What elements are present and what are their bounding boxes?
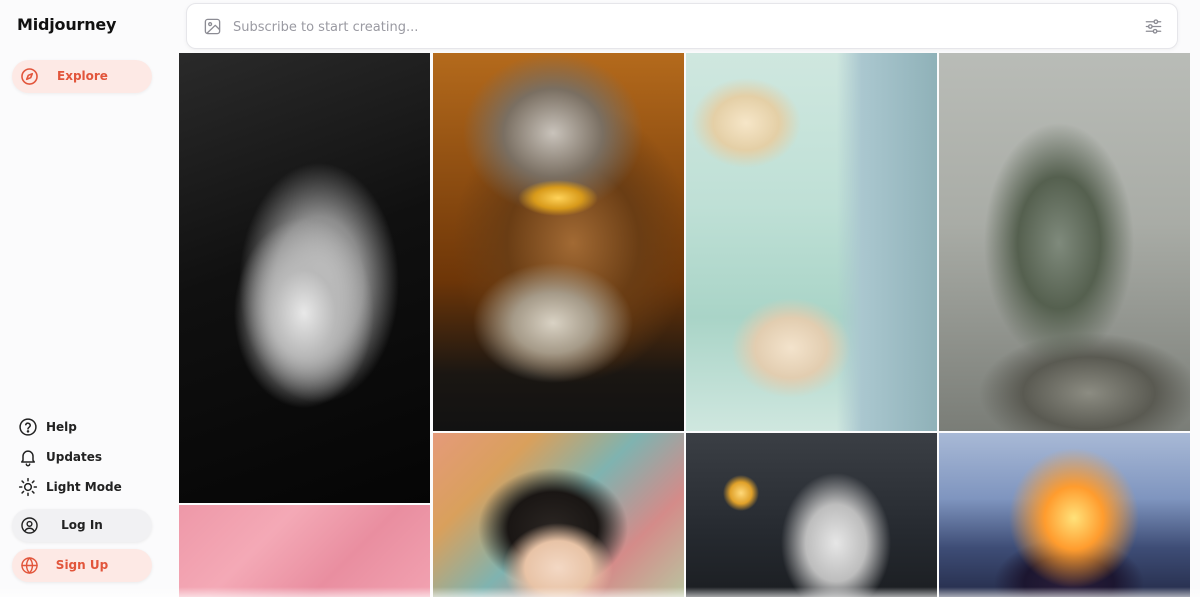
login-button-label: Log In [61,518,103,532]
compass-icon [21,68,38,85]
search-input[interactable] [233,16,1113,38]
nav-help[interactable]: Help [18,416,77,438]
nav-explore[interactable]: Explore [12,60,152,93]
bell-icon [18,447,38,467]
search-bar [186,3,1178,49]
toggle-light-mode[interactable]: Light Mode [18,476,122,498]
brand-logo[interactable]: Midjourney [17,15,116,34]
image-gallery [179,53,1191,597]
nav-updates[interactable]: Updates [18,446,102,468]
image-icon[interactable] [203,17,222,36]
gallery-image-fire-head[interactable] [939,433,1190,597]
question-circle-icon [18,417,38,437]
nav-explore-label: Explore [57,69,108,83]
gallery-image-stone-head[interactable] [939,53,1190,431]
gallery-image-woman-portrait[interactable] [179,53,430,503]
signup-button[interactable]: Sign Up [12,549,152,582]
gallery-image-bearded-man[interactable] [433,53,684,431]
login-button[interactable]: Log In [12,509,152,542]
gallery-image-mint-interior[interactable] [686,53,937,431]
light-mode-label: Light Mode [46,480,122,494]
nav-help-label: Help [46,420,77,434]
sun-icon [18,477,38,497]
gallery-image-pink-texture[interactable] [179,505,430,597]
nav-updates-label: Updates [46,450,103,464]
sidebar: Midjourney Explore Help Updates Light Mo… [0,0,172,597]
sliders-icon[interactable] [1144,17,1163,36]
gallery-image-illustrated-girl[interactable] [433,433,684,597]
gallery-image-robot[interactable] [686,433,937,597]
signup-button-label: Sign Up [55,558,109,572]
